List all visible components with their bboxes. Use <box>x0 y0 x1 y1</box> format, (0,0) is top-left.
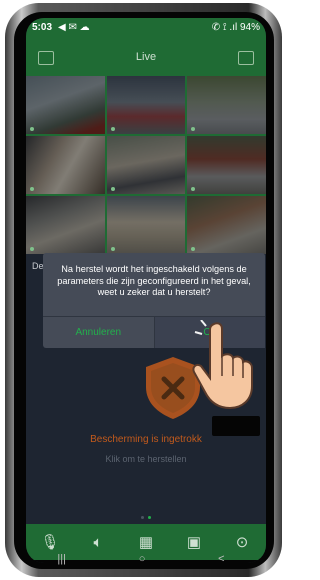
camera-tile[interactable] <box>26 196 105 254</box>
app-bar: Live <box>26 40 266 76</box>
grid-icon[interactable]: ▦ <box>133 533 159 551</box>
camera-tile[interactable] <box>26 76 105 134</box>
phone-frame: 5:03 ◀ ✉ ☁ ✆ ⟟ .ıl 94% Live De Beschermi… <box>5 3 282 577</box>
status-system-icons: ✆ ⟟ .ıl 94% <box>211 22 260 33</box>
camera-tile[interactable] <box>106 196 186 254</box>
more-icon[interactable]: ⊙ <box>229 533 255 551</box>
page-indicator <box>26 506 266 524</box>
status-time: 5:03 <box>32 22 53 33</box>
menu-icon[interactable] <box>238 51 254 65</box>
status-notification-icons: ◀ ✉ ☁ <box>58 22 90 33</box>
camera-tile[interactable] <box>187 76 266 134</box>
camera-tile[interactable] <box>106 136 186 194</box>
camera-grid <box>26 76 266 254</box>
screen: 5:03 ◀ ✉ ☁ ✆ ⟟ .ıl 94% Live De Beschermi… <box>26 18 266 563</box>
device-label: De <box>32 261 44 271</box>
cancel-button[interactable]: Annuleren <box>43 317 154 348</box>
camera-tile[interactable] <box>26 136 105 194</box>
redaction-block <box>212 416 260 436</box>
restore-hint[interactable]: Klik om te herstellen <box>26 454 266 464</box>
home-button[interactable]: ○ <box>139 553 146 565</box>
dialog-message: Na herstel wordt het ingeschakeld volgen… <box>57 264 251 297</box>
camera-tile[interactable] <box>106 76 186 134</box>
system-navigation: ||| ○ < <box>21 552 261 566</box>
pointing-hand-icon <box>192 320 253 410</box>
camera-tile[interactable] <box>187 136 266 194</box>
speaker-icon[interactable]: 🔈︎ <box>85 534 111 551</box>
camera-tile[interactable] <box>187 196 266 254</box>
phone-bezel: 5:03 ◀ ✉ ☁ ✆ ⟟ .ıl 94% Live De Beschermi… <box>14 12 274 569</box>
status-bar: 5:03 ◀ ✉ ☁ ✆ ⟟ .ıl 94% <box>26 18 266 40</box>
playback-icon[interactable]: ▣ <box>181 533 207 551</box>
page-title: Live <box>135 51 157 63</box>
back-button[interactable]: < <box>218 553 224 565</box>
microphone-icon[interactable]: 🎙︎ <box>37 533 63 551</box>
recent-apps-button[interactable]: ||| <box>57 553 66 565</box>
